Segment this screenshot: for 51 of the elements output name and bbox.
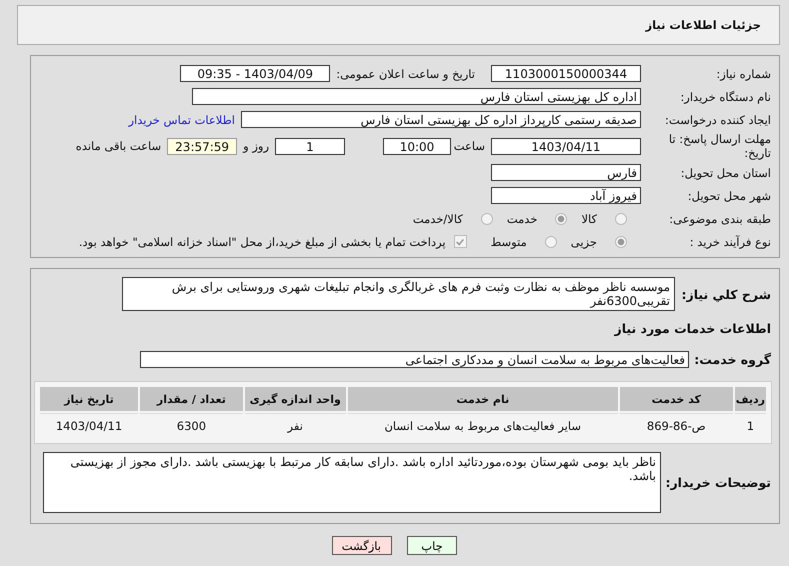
summary-textarea[interactable]: موسسه ناظر موظف به نظارت وثبت فرم های غربالگری وانجام تبلیغات شهری وروستایی برای برش تقریبی6300نفر (122, 277, 675, 311)
service-group-field: فعالیت‌های مربوط به سلامت انسان و مددکاری اجتماعی (140, 351, 689, 368)
deadline-date-field: 1403/04/11 (491, 138, 641, 154)
deadline-time-field: 10:00 (383, 138, 451, 154)
section-heading: اطلاعات خدمات مورد نیاز (614, 321, 772, 336)
column-header: واحد اندازه گیری (244, 387, 346, 411)
field-label: ایجاد کننده درخواست: (664, 112, 772, 126)
province-field: فارس (491, 164, 641, 181)
field-label: ساعت باقی مانده (74, 139, 162, 153)
field-label: مهلت ارسال پاسخ: تا تاریخ: (668, 132, 772, 160)
field-label: طبقه بندی موضوعی: (668, 212, 772, 226)
column-header: تاریخ نیاز (40, 387, 138, 411)
field-label: نوع فرآیند خرید : (688, 234, 772, 248)
remaining-time-field: 23:57:59 (167, 138, 238, 154)
need-number-field: 1103000150000344 (491, 65, 641, 82)
creator-field: صدیقه رستمی کارپرداز اداره کل بهزیستی استان فارس (241, 111, 641, 128)
field-label: گروه خدمت: (693, 352, 772, 367)
radio-button[interactable] (555, 212, 568, 224)
column-header: کد خدمت (620, 387, 733, 411)
radio-label: جزیی (570, 234, 597, 248)
buyer-notes-textarea[interactable]: ناظر باید بومی شهرستان بوده،موردتائید اداره باشد .دارای سابقه کار مرتبط با بهزیستی باشد .دارای مجوز از بهزیستی باشد. (43, 452, 661, 513)
print-button[interactable]: چاپ (407, 536, 457, 555)
announce-date-field: 1403/04/09 - 09:35 (180, 65, 330, 82)
radio-label: کالا (581, 212, 597, 226)
column-header: نام خدمت (348, 387, 618, 411)
radio-label: خدمت (506, 212, 538, 226)
radio-button[interactable] (615, 236, 627, 248)
column-header: ردیف (734, 387, 766, 411)
field-label: ساعت (452, 139, 486, 153)
buyer-field: اداره کل بهزیستی استان فارس (192, 88, 641, 105)
checkbox-label: پرداخت تمام یا بخشی از مبلغ خرید،از محل "اسناد خزانه اسلامی" خواهد بود. (78, 234, 446, 248)
buyer-contact-link[interactable]: اطلاعات تماس خریدار (128, 112, 235, 126)
radio-button[interactable] (480, 212, 493, 224)
city-field: فیروز آباد (491, 187, 641, 204)
field-label: روز و (242, 139, 270, 153)
field-label: تاریخ و ساعت اعلان عمومی: (335, 66, 476, 80)
field-label: شرح کلي نياز: (680, 286, 772, 302)
field-label: استان محل تحویل: (680, 166, 772, 180)
field-label: توضیحات خریدار: (664, 475, 772, 490)
radio-button[interactable] (615, 212, 627, 224)
radio-label: کالا/خدمت (412, 212, 463, 226)
field-label: شماره نیاز: (715, 66, 772, 80)
checkbox[interactable] (454, 235, 467, 248)
radio-label: متوسط (490, 234, 527, 248)
back-button[interactable]: بازگشت (332, 536, 392, 555)
field-label: نام دستگاه خریدار: (679, 90, 772, 104)
field-label: شهر محل تحویل: (686, 188, 772, 202)
days-field: 1 (275, 138, 345, 154)
column-header: تعداد / مقدار (140, 387, 243, 411)
radio-button[interactable] (544, 236, 557, 248)
page-title: جزئیات اطلاعات نیاز (645, 18, 761, 32)
